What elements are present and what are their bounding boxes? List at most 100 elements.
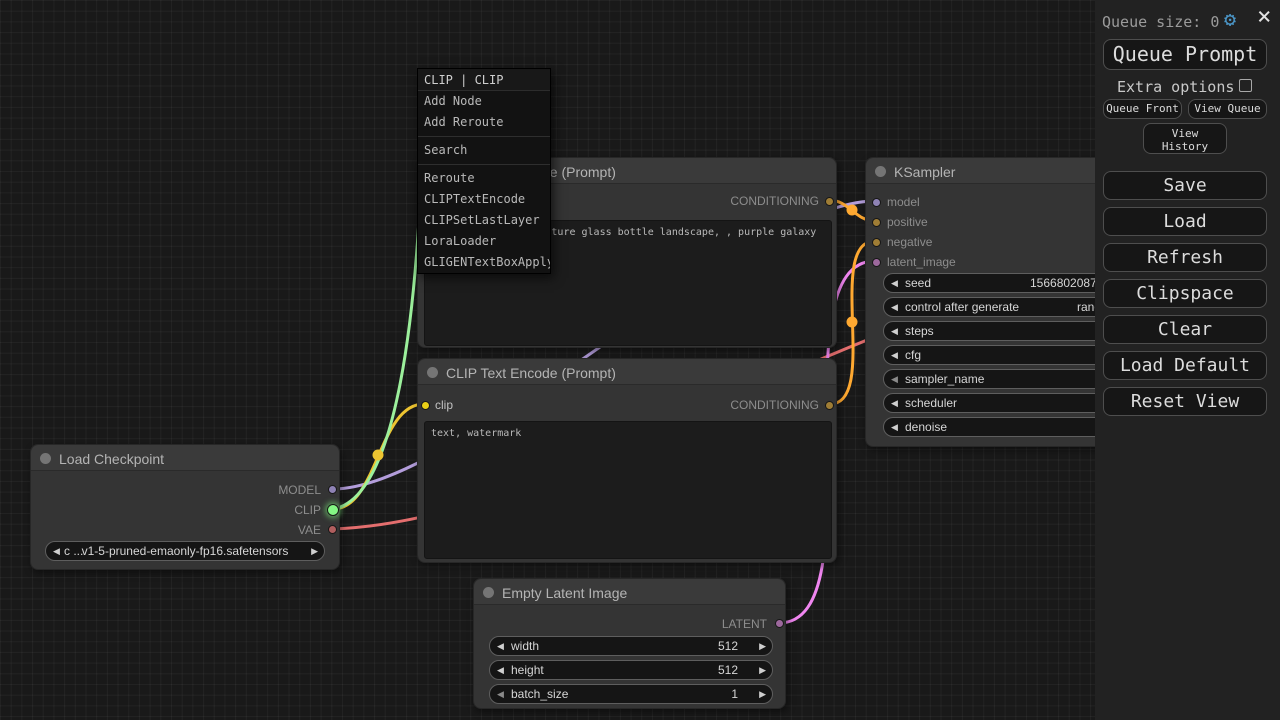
widget-label: batch_size [511, 685, 568, 703]
node-load-checkpoint[interactable]: Load Checkpoint MODEL CLIP VAE ◀ c ... v… [30, 444, 340, 570]
node-title-bar[interactable]: Empty Latent Image [474, 579, 785, 605]
view-queue-button[interactable]: View Queue [1188, 99, 1267, 119]
node-clip-text-encode-negative[interactable]: CLIP Text Encode (Prompt) clip CONDITION… [417, 358, 837, 563]
batch-size-widget[interactable]: ◀ batch_size 1 ▶ [489, 684, 773, 704]
widget-label: seed [905, 274, 931, 292]
widget-value: 1 [731, 685, 738, 703]
widget-value: 512 [718, 661, 738, 679]
widget-label: control after generate [905, 298, 1019, 316]
node-empty-latent-image[interactable]: Empty Latent Image LATENT ◀ width 512 ▶ … [473, 578, 786, 709]
link-midpoint-dot [373, 450, 384, 461]
node-title-bar[interactable]: CLIP Text Encode (Prompt) [418, 359, 836, 385]
widget-value: 512 [718, 637, 738, 655]
refresh-button[interactable]: Refresh [1103, 243, 1267, 272]
increment-arrow-icon[interactable]: ▶ [759, 637, 766, 655]
clip-output-slot[interactable] [327, 504, 339, 516]
prompt-textarea[interactable]: text, watermark [424, 421, 832, 559]
height-widget[interactable]: ◀ height 512 ▶ [489, 660, 773, 680]
widget-label: height [511, 661, 544, 679]
decrement-arrow-icon[interactable]: ◀ [891, 370, 898, 388]
node-title: Empty Latent Image [502, 580, 627, 606]
widget-label: steps [905, 322, 934, 340]
model-input-slot[interactable] [872, 198, 881, 207]
load-button[interactable]: Load [1103, 207, 1267, 236]
gear-icon[interactable]: ⚙ [1224, 7, 1236, 31]
view-history-line2: History [1162, 140, 1208, 153]
latent-image-input-slot[interactable] [872, 258, 881, 267]
menu-separator [418, 136, 550, 137]
view-history-line1: View [1172, 127, 1199, 140]
link-midpoint-dot [847, 317, 858, 328]
menu-item-add-node[interactable]: Add Node [418, 91, 550, 112]
vae-output-slot[interactable] [328, 525, 337, 534]
widget-label: cfg [905, 346, 921, 364]
extra-options-checkbox[interactable] [1239, 79, 1252, 92]
ckpt-name-widget[interactable]: ◀ c ... v1-5-pruned-emaonly-fp16.safeten… [45, 541, 325, 561]
clipspace-button[interactable]: Clipspace [1103, 279, 1267, 308]
menu-item-search[interactable]: Search [418, 140, 550, 161]
node-title-bar[interactable]: Load Checkpoint [31, 445, 339, 471]
latent-image-input-label: latent_image [887, 255, 956, 269]
queue-size-label: Queue size: 0 [1102, 13, 1219, 31]
menu-item-gligentextboxapply[interactable]: GLIGENTextBoxApply [418, 252, 550, 273]
decrement-arrow-icon[interactable]: ◀ [497, 685, 504, 703]
decrement-arrow-icon[interactable]: ◀ [497, 637, 504, 655]
decrement-arrow-icon[interactable]: ◀ [891, 298, 898, 316]
latent-output-label: LATENT [722, 617, 767, 631]
model-input-label: model [887, 195, 920, 209]
menu-item-loraloader[interactable]: LoraLoader [418, 231, 550, 252]
queue-panel-header: Queue size: 0 ⚙ × [1102, 9, 1280, 33]
menu-item-reroute[interactable]: Reroute [418, 168, 550, 189]
decrement-arrow-icon[interactable]: ◀ [497, 661, 504, 679]
clip-input-slot[interactable] [421, 401, 430, 410]
node-title: KSampler [894, 159, 955, 185]
conditioning-output-label: CONDITIONING [730, 398, 819, 412]
reset-view-button[interactable]: Reset View [1103, 387, 1267, 416]
widget-label: denoise [905, 418, 947, 436]
close-icon[interactable]: × [1257, 2, 1271, 30]
widget-value: v1-5-pruned-emaonly-fp16.safetensors [46, 542, 324, 560]
conditioning-output-slot[interactable] [825, 401, 834, 410]
decrement-arrow-icon[interactable]: ◀ [891, 394, 898, 412]
increment-arrow-icon[interactable]: ▶ [311, 542, 318, 560]
extra-options-label: Extra options [1117, 78, 1234, 96]
node-title: Load Checkpoint [59, 446, 164, 472]
conditioning-output-label: CONDITIONING [730, 194, 819, 208]
link-midpoint-dot [847, 205, 858, 216]
increment-arrow-icon[interactable]: ▶ [759, 661, 766, 679]
context-menu-title: CLIP | CLIP [418, 69, 550, 91]
collapse-toggle-icon[interactable] [483, 587, 494, 598]
queue-prompt-button[interactable]: Queue Prompt [1103, 39, 1267, 70]
context-menu: CLIP | CLIP Add Node Add Reroute Search … [417, 68, 551, 274]
model-output-label: MODEL [278, 483, 321, 497]
decrement-arrow-icon[interactable]: ◀ [891, 418, 898, 436]
widget-label: sampler_name [905, 370, 984, 388]
view-history-button[interactable]: ViewHistory [1143, 123, 1227, 154]
model-output-slot[interactable] [328, 485, 337, 494]
width-widget[interactable]: ◀ width 512 ▶ [489, 636, 773, 656]
decrement-arrow-icon[interactable]: ◀ [891, 346, 898, 364]
collapse-toggle-icon[interactable] [427, 367, 438, 378]
negative-input-slot[interactable] [872, 238, 881, 247]
collapse-toggle-icon[interactable] [40, 453, 51, 464]
clear-button[interactable]: Clear [1103, 315, 1267, 344]
decrement-arrow-icon[interactable]: ◀ [891, 322, 898, 340]
latent-output-slot[interactable] [775, 619, 784, 628]
queue-front-button[interactable]: Queue Front [1103, 99, 1182, 119]
positive-input-slot[interactable] [872, 218, 881, 227]
menu-item-cliptextencode[interactable]: CLIPTextEncode [418, 189, 550, 210]
queue-panel: Queue size: 0 ⚙ × Queue Prompt Extra opt… [1095, 0, 1280, 720]
increment-arrow-icon[interactable]: ▶ [759, 685, 766, 703]
decrement-arrow-icon[interactable]: ◀ [891, 274, 898, 292]
positive-input-label: positive [887, 215, 928, 229]
save-button[interactable]: Save [1103, 171, 1267, 200]
collapse-toggle-icon[interactable] [875, 166, 886, 177]
clip-output-label: CLIP [294, 503, 321, 517]
comfyui-app: CLIP Text Encode (Prompt) clip CONDITION… [0, 0, 1280, 720]
widget-label: scheduler [905, 394, 957, 412]
wire-clip-dragging-link [333, 80, 424, 509]
menu-item-clipsetlastlayer[interactable]: CLIPSetLastLayer [418, 210, 550, 231]
menu-item-add-reroute[interactable]: Add Reroute [418, 112, 550, 133]
load-default-button[interactable]: Load Default [1103, 351, 1267, 380]
conditioning-output-slot[interactable] [825, 197, 834, 206]
